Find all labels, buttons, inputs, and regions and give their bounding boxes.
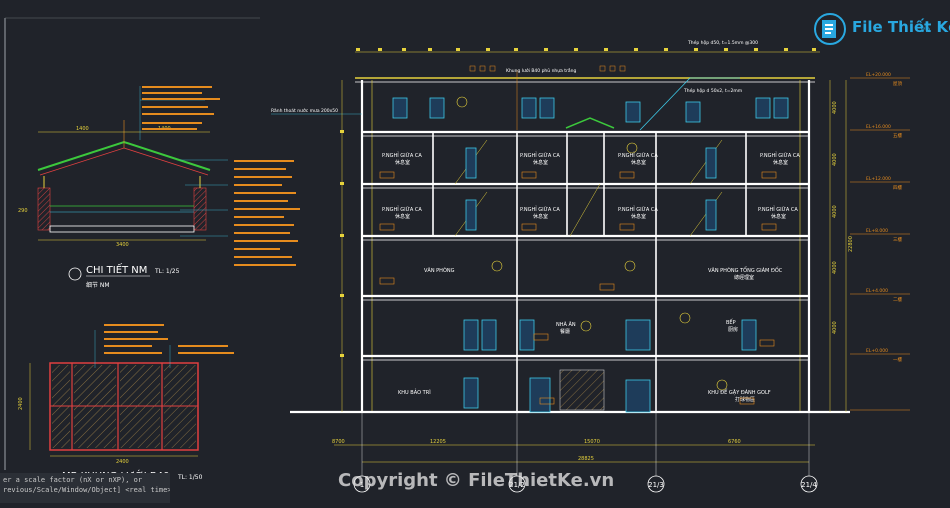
room-r4: P.NGHỈ GIỮA CA [760,151,800,159]
khung-scale: TL: 1/50 [177,474,203,481]
room-r3: P.NGHỈ GIỮA CA [618,151,658,159]
room-r4-cn: 休息室 [773,159,788,166]
dim-b-3: 6760 [728,439,741,445]
floor-0: 屋頂 [893,81,902,87]
axis-21-3: 21/3 [648,481,664,489]
note-khung-luoi: Khung lưới B40 phủ nhựa trắng [506,67,577,74]
room-vp: VĂN PHÒNG [424,267,455,274]
khung-luoi-drawing: 2400 2400 [18,324,234,465]
logo-name: File Thiết Kế [852,18,950,36]
dim-b-2: 15070 [584,439,600,445]
room-r2-cn: 休息室 [533,159,548,166]
dim-b-1: 12205 [430,439,446,445]
dim-r-2: 4000 [832,205,838,218]
command-line-text-1: er a scale factor (nX or nXP), or [3,476,143,484]
dim-r-total: 22800 [848,236,854,252]
level-2: EL+12.000 [866,176,891,182]
dim-bottom: 3400 [116,242,129,248]
floor-3: 三樓 [893,236,902,243]
level-3: EL+8.000 [866,228,888,234]
dim-b-0: 8700 [332,439,345,445]
level-0: EL+20.000 [866,72,891,78]
dim-r-4: 4000 [832,321,838,334]
filethietke-logo: File Thiết Kế .vn [812,12,950,46]
room-r2: P.NGHỈ GIỮA CA [520,151,560,159]
room-r3-cn: 休息室 [631,159,646,166]
command-line-text-2: revious/Scale/Window/Object] <real time>… [3,486,170,494]
cad-drawing-canvas: 1400 1400 3400 290 [4,17,910,493]
detail-scale: TL: 1/25 [154,268,180,275]
level-1: EL+16.000 [866,124,891,130]
room-kbt: KHU BẢO TRÌ [398,388,431,396]
floor-1: 五樓 [893,132,902,139]
khung-dim-width: 2400 [116,459,129,465]
room-r8-cn: 休息室 [771,213,786,220]
building-section: P.NGHỈ GIỮA CA P.NGHỈ GIỮA CA P.NGHỈ GIỮ… [271,39,910,493]
room-na-cn: 餐廳 [560,328,570,335]
copyright-watermark: Copyright © FileThietKe.vn [338,470,615,491]
room-golf: KHU ĐỂ GẬY ĐÁNH GOLF [708,388,771,396]
room-r1: P.NGHỈ GIỮA CA [382,151,422,159]
floor-5: 一樓 [893,356,902,363]
room-r6: P.NGHỈ GIỮA CA [520,205,560,213]
room-r1-cn: 休息室 [395,159,410,166]
room-vptgd-cn: 總經理室 [734,274,754,281]
detail-title: CHI TIẾT NM [86,262,147,276]
room-r7-cn: 休息室 [631,213,646,220]
room-bep-cn: 厨房 [728,326,738,333]
room-r6-cn: 休息室 [533,213,548,220]
khung-dim-height: 2400 [18,397,24,410]
room-na: NHÀ ĂN [556,321,576,328]
logo-icon [814,13,846,45]
room-r5-cn: 休息室 [395,213,410,220]
room-bep: BẾP [726,318,736,326]
logo-domain: .vn [918,25,931,34]
note-ranh-thoat: Rãnh thoát nước mưa 200x50 [271,107,338,114]
level-4: EL+4.000 [866,288,888,294]
detail-nm-title: CHI TIẾT NM TL: 1/25 细节 NM [68,262,180,289]
dim-left: 1400 [76,126,89,132]
detail-nm-drawing: 1400 1400 3400 290 [18,86,300,266]
room-r5: P.NGHỈ GIỮA CA [382,205,422,213]
note-thep-hop-2: Thép hộp d 50x2, t=2mm [683,87,742,94]
command-line[interactable]: er a scale factor (nX or nXP), or reviou… [0,473,170,503]
room-r7: P.NGHỈ GIỮA CA [618,205,658,213]
dim-r-0: 4000 [832,101,838,114]
note-thep-hop: Thép hộp d50, t=1.5mm @300 [687,39,758,46]
level-5: EL+0.000 [866,348,888,354]
detail-subtitle: 细节 NM [86,281,110,289]
room-vptgd: VĂN PHÒNG TỔNG GIÁM ĐỐC [708,266,783,274]
axis-21-4: 21/4 [801,481,817,489]
dim-r-3: 4000 [832,261,838,274]
floor-4: 二樓 [893,296,902,303]
dim-height: 290 [18,208,28,214]
room-r8: P.NGHỈ GIỮA CA [758,205,798,213]
floor-2: 四樓 [893,184,902,191]
dim-r-1: 4000 [832,153,838,166]
room-golf-cn: 打球物區 [735,396,755,403]
dim-b-total: 28825 [578,456,594,462]
